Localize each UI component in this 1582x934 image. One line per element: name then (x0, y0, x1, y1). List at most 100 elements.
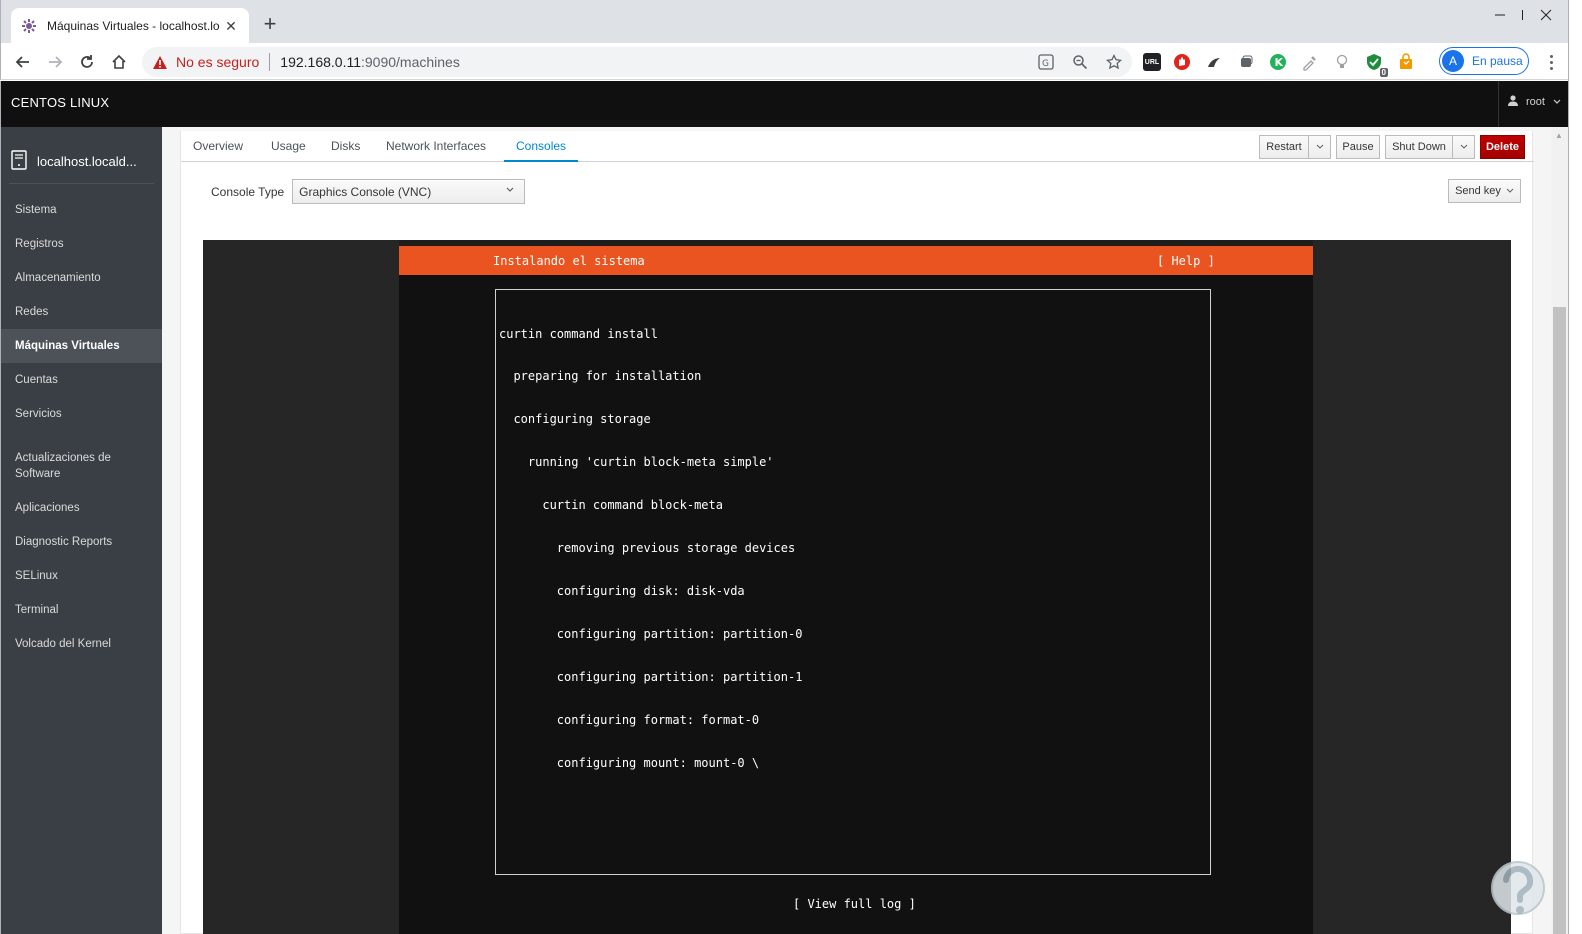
console-type-row: Console Type Graphics Console (VNC) (211, 179, 526, 204)
chevron-down-icon (506, 187, 514, 192)
sidebar-item-sistema[interactable]: Sistema (1, 193, 162, 227)
bookmark-star-icon[interactable] (1104, 52, 1124, 72)
restart-dropdown-button[interactable] (1309, 135, 1331, 159)
eyedropper-icon[interactable] (1299, 51, 1321, 73)
home-icon[interactable] (105, 48, 133, 76)
scroll-up-icon[interactable]: ▲ (1555, 131, 1563, 140)
tab-overview[interactable]: Overview (193, 139, 243, 153)
not-secure-label[interactable]: No es seguro (176, 54, 259, 70)
warning-icon[interactable] (152, 54, 170, 70)
host-name: localhost.locald... (37, 153, 137, 169)
sidebar-item-registros[interactable]: Registros (1, 227, 162, 261)
close-tab-icon[interactable]: ✕ (223, 18, 239, 34)
console-type-label: Console Type (211, 184, 285, 199)
page-scrollbar[interactable]: ▲ (1551, 127, 1568, 934)
sidebar-item-actualizaciones[interactable]: Actualizaciones de Software (1, 441, 111, 491)
browser-toolbar: No es seguro 192.168.0.11:9090/machines … (0, 43, 1582, 80)
svg-text:G: G (1042, 59, 1049, 69)
vnc-console[interactable]: Instalando el sistema [ Help ] curtin co… (203, 240, 1511, 934)
sidebar-item-volcado-kernel[interactable]: Volcado del Kernel (1, 627, 162, 661)
back-arrow-icon[interactable] (9, 48, 37, 76)
reload-icon[interactable] (73, 48, 101, 76)
browser-tab[interactable]: Máquinas Virtuales - localhost.lo ✕ (11, 8, 249, 43)
sidebar-item-aplicaciones[interactable]: Aplicaciones (1, 491, 162, 525)
url-extension-icon[interactable]: URL (1143, 53, 1161, 71)
log-line: configuring partition: partition-1 (499, 669, 803, 684)
sidebar-divider (9, 183, 154, 184)
sidebar-item-maquinas-virtuales[interactable]: Máquinas Virtuales (1, 329, 162, 363)
brand-title: CENTOS LINUX (11, 95, 110, 110)
extension-badge: 0 (1379, 68, 1388, 77)
log-line: preparing for installation (499, 369, 702, 384)
lightbulb-icon[interactable] (1331, 51, 1353, 73)
profile-status: En pausa (1472, 54, 1523, 68)
tab-manager-icon[interactable] (1235, 51, 1257, 73)
log-line: configuring mount: mount-0 \ (499, 755, 760, 770)
vm-actions: Restart Pause Shut Down Delete (1259, 135, 1525, 159)
tab-disks[interactable]: Disks (331, 139, 360, 153)
masthead-separator (1498, 81, 1499, 127)
server-icon (11, 149, 27, 173)
cockpit-favicon-icon (21, 18, 37, 34)
omnibox-separator (269, 53, 271, 71)
user-menu[interactable]: root (1508, 95, 1561, 109)
vm-card: Overview Usage Disks Network Interfaces … (180, 131, 1534, 934)
maximize-icon[interactable] (1477, 0, 1523, 30)
forward-arrow-icon[interactable] (41, 48, 69, 76)
installer-header: Instalando el sistema [ Help ] (399, 246, 1313, 275)
new-tab-icon[interactable]: + (259, 13, 281, 36)
site-logo-watermark (1488, 858, 1548, 924)
shutdown-button[interactable]: Shut Down (1385, 135, 1453, 159)
sidebar-item-cuentas[interactable]: Cuentas (1, 363, 162, 397)
tab-consoles[interactable]: Consoles (503, 139, 579, 162)
profile-button[interactable]: A En pausa (1439, 47, 1529, 75)
install-log: curtin command install preparing for ins… (495, 289, 1211, 875)
user-icon (1508, 95, 1518, 109)
tab-network-interfaces[interactable]: Network Interfaces (386, 139, 486, 153)
tab-usage[interactable]: Usage (271, 139, 306, 153)
shutdown-dropdown-button[interactable] (1453, 135, 1475, 159)
console-type-select[interactable]: Graphics Console (VNC) (292, 179, 526, 204)
zoom-icon[interactable] (1070, 52, 1090, 72)
log-line: configuring storage (499, 412, 651, 427)
log-line: running 'curtin block-meta simple' (499, 455, 774, 470)
send-key-button[interactable]: Send key (1448, 179, 1521, 203)
window-edge (1568, 0, 1582, 934)
tracking-extension-icon[interactable] (1203, 51, 1225, 73)
sidebar: localhost.locald... Sistema Registros Al… (0, 127, 162, 934)
log-line: removing previous storage devices (499, 541, 796, 556)
extensions-row: URL K 0 (1143, 51, 1417, 77)
url-text[interactable]: 192.168.0.11:9090/machines (280, 54, 460, 70)
scrollbar-thumb[interactable] (1553, 307, 1566, 934)
shield-check-icon[interactable]: 0 (1363, 51, 1388, 77)
translate-icon[interactable]: G (1036, 52, 1056, 72)
vm-screen[interactable]: Instalando el sistema [ Help ] curtin co… (399, 240, 1313, 934)
sidebar-item-servicios[interactable]: Servicios (1, 397, 162, 431)
adblock-icon[interactable] (1171, 51, 1193, 73)
restart-button[interactable]: Restart (1259, 135, 1309, 159)
browser-menu-icon[interactable] (1541, 51, 1561, 73)
pause-button[interactable]: Pause (1336, 135, 1380, 159)
sidebar-item-redes[interactable]: Redes (1, 295, 162, 329)
delete-button[interactable]: Delete (1480, 135, 1525, 159)
address-bar[interactable]: No es seguro 192.168.0.11:9090/machines … (142, 47, 1132, 77)
sidebar-nav: Sistema Registros Almacenamiento Redes M… (1, 193, 162, 661)
sidebar-item-diagnostic-reports[interactable]: Diagnostic Reports (1, 525, 162, 559)
svg-text:K: K (1275, 56, 1284, 69)
url-path: :9090/machines (361, 54, 460, 70)
close-window-icon[interactable] (1523, 0, 1569, 30)
chevron-down-icon (1553, 96, 1561, 108)
chevron-down-icon (1460, 144, 1467, 149)
shopping-bag-icon[interactable] (1395, 51, 1417, 73)
sidebar-item-almacenamiento[interactable]: Almacenamiento (1, 261, 162, 295)
sidebar-item-selinux[interactable]: SELinux (1, 559, 162, 593)
host-switcher[interactable]: localhost.locald... (11, 141, 156, 181)
k-extension-icon[interactable]: K (1267, 51, 1289, 73)
installer-help[interactable]: [ Help ] (1157, 254, 1215, 268)
url-host: 192.168.0.11 (280, 54, 361, 70)
chevron-down-icon (1316, 144, 1323, 149)
view-full-log-button[interactable]: [ View full log ] (793, 897, 916, 911)
sidebar-item-terminal[interactable]: Terminal (1, 593, 162, 627)
log-line: curtin command block-meta (499, 498, 723, 513)
shutdown-group: Shut Down (1385, 135, 1475, 159)
